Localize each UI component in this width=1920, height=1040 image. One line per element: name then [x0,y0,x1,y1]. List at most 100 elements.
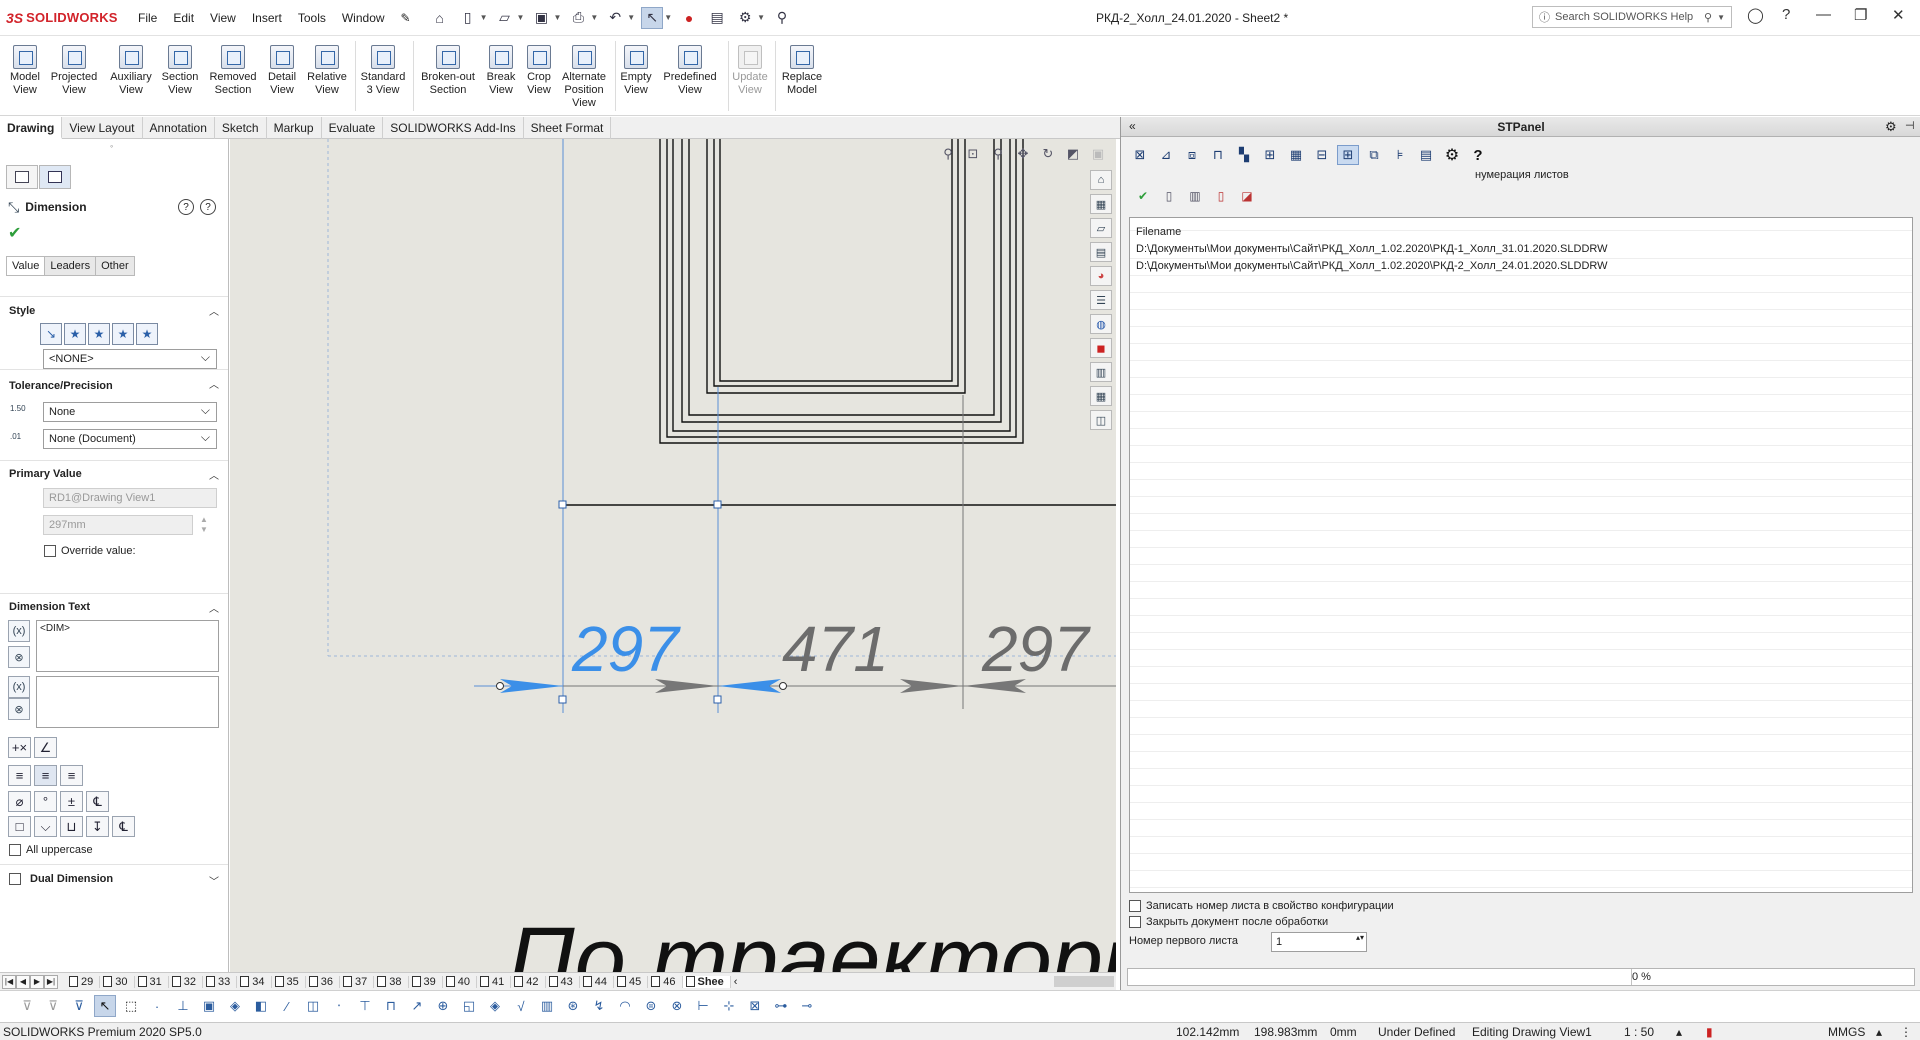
file-properties-icon[interactable]: ▤ [706,7,728,29]
menu-edit[interactable]: Edit [165,11,202,25]
gear-icon[interactable]: ⚙ [1441,145,1463,165]
auxiliary-view-button[interactable]: Auxiliary View [104,45,158,97]
primary-value-field[interactable]: 297mm [43,515,193,535]
undo-icon[interactable]: ↶ [604,7,626,29]
next-sheet-icon[interactable]: ▶ [30,974,44,989]
filter-magnet-icon[interactable]: ⊸ [796,995,818,1017]
filter-toggle-icon[interactable]: ⊽ [16,995,38,1017]
solidworks-logo[interactable]: 3S SOLIDWORKS [0,10,130,26]
menu-file[interactable]: File [130,11,165,25]
filter-notes-icon[interactable]: ⊕ [432,995,454,1017]
restore-icon[interactable]: ❐ [1854,6,1867,24]
chevron-down-icon[interactable]: ▼ [590,13,598,22]
menu-window[interactable]: Window [334,11,393,25]
filter-dowel-icon[interactable]: ⊶ [770,995,792,1017]
sheet-tab[interactable]: 41 [477,975,512,988]
apply-style-icon[interactable]: ↘ [40,323,62,345]
panel-grip-icon[interactable]: ◦ [110,141,113,151]
rebuild-traffic-light-icon[interactable]: ● [678,7,700,29]
drawing-view[interactable]: 297 471 297 По траектори [230,139,1116,972]
filter-planes-icon[interactable]: ◫ [302,995,324,1017]
filter-annotations-icon[interactable]: ↗ [406,995,428,1017]
filter-solids-icon[interactable]: ◧ [250,995,272,1017]
align-left-icon[interactable]: ≡ [8,765,31,786]
sheet-tab[interactable]: 31 [135,975,169,988]
filter-vertices-icon[interactable]: · [146,995,168,1017]
plus-minus-symbol-icon[interactable]: ± [60,791,83,812]
run-checkmark-icon[interactable]: ✔ [1133,186,1153,206]
tool-table-icon[interactable]: ▦ [1285,145,1307,165]
file-row[interactable]: D:\Документы\Мои документы\Сайт\РКД_Холл… [1136,243,1608,255]
close-document-checkbox[interactable]: Закрыть документ после обработки [1129,916,1328,928]
filter-centerlines-icon[interactable]: ⊠ [744,995,766,1017]
previous-view-icon[interactable]: ⚲ [988,145,1008,163]
tab-sheet-format[interactable]: Sheet Format [524,117,612,139]
override-value-checkbox[interactable]: Override value: [44,545,136,557]
filter-cosmetic-threads-icon[interactable]: ⊗ [666,995,688,1017]
tolerance-select[interactable]: None [43,402,217,422]
first-sheet-number-input[interactable]: 1 [1271,932,1367,952]
add-style-icon[interactable]: ★ [64,323,86,345]
minimize-icon[interactable]: — [1816,6,1831,23]
scale-readout[interactable]: 1 : 50 [1624,1025,1654,1039]
model-view-button[interactable]: Model View [4,45,46,97]
sheet-tab[interactable]: 36 [306,975,340,988]
align-right-icon[interactable]: ≡ [60,765,83,786]
property-manager-tab[interactable] [39,165,71,189]
chevron-down-icon[interactable]: ▼ [480,13,488,22]
tool-view-icon[interactable]: ⊟ [1311,145,1333,165]
filter-edges-icon[interactable]: ⊥ [172,995,194,1017]
empty-view-button[interactable]: Empty View [618,45,654,97]
select-arrow-icon[interactable]: ↖ [94,995,116,1017]
expand-up-icon[interactable]: ▴ [1676,1025,1682,1039]
filter-points-icon[interactable]: ⋅ [328,995,350,1017]
collapse-chevron-icon[interactable]: ︿ [209,467,219,482]
load-style-icon[interactable]: ★ [136,323,158,345]
tool-icon[interactable]: ▥ [1090,362,1112,382]
align-center-icon[interactable]: ≡ [34,765,57,786]
clear-list-icon[interactable]: ◪ [1237,186,1257,206]
filter-hole-callouts-icon[interactable]: ⊜ [640,995,662,1017]
standard-3-view-button[interactable]: Standard 3 View [358,45,408,97]
chevron-down-icon[interactable]: ▼ [1717,13,1725,22]
all-uppercase-checkbox[interactable]: All uppercase [9,844,93,856]
section-view-button[interactable]: Section View [158,45,202,97]
filter-sketch-points-icon[interactable]: ⊓ [380,995,402,1017]
dimension-text[interactable]: 297 [981,613,1091,685]
add-parenthesis-icon[interactable]: (x) [8,620,30,642]
primary-reference-field[interactable]: RD1@Drawing View1 [43,488,217,508]
write-sheet-number-checkbox[interactable]: Записать номер листа в свойство конфигур… [1129,900,1394,912]
prev-sheet-icon[interactable]: ◀ [16,974,30,989]
units-readout[interactable]: MMGS [1828,1025,1865,1039]
help-icon[interactable]: ? [200,199,216,215]
tool-draw-icon[interactable]: ⊿ [1155,145,1177,165]
what-is-wrong-icon[interactable]: ? [178,199,194,215]
sheet-tab[interactable]: 39 [409,975,443,988]
predefined-view-button[interactable]: Predefined View [656,45,724,97]
angle-dimension-icon[interactable]: ∠ [34,737,57,758]
countersink-symbol-icon[interactable]: ⌵ [34,816,57,837]
relative-view-button[interactable]: Relative View [304,45,350,97]
home-icon[interactable]: ⌂ [429,7,451,29]
filter-tables-icon[interactable]: ⊢ [692,995,714,1017]
precision-select[interactable]: None (Document) [43,429,217,449]
tool-replace-icon[interactable]: ⧉ [1363,145,1385,165]
pan-icon[interactable]: ✥ [1013,145,1033,163]
filter-gtol-icon[interactable]: √ [510,995,532,1017]
chevron-down-icon[interactable]: ▼ [517,13,525,22]
tab-value[interactable]: Value [6,256,46,276]
user-account-icon[interactable]: ◯ [1747,6,1764,24]
tab-view-layout[interactable]: View Layout [62,117,143,139]
menu-tools[interactable]: Tools [290,11,334,25]
select-arrow-icon[interactable]: ↖ [641,6,664,29]
update-view-button[interactable]: Update View [730,45,770,97]
sheet-tab[interactable]: 30 [100,975,135,988]
design-library-icon[interactable]: ▦ [1090,194,1112,214]
dimension-text-selected[interactable]: 297 [571,613,681,685]
depth-symbol-icon[interactable]: ↧ [86,816,109,837]
pin-icon[interactable]: ✎ [393,11,419,25]
filter-surface-finish-icon[interactable]: ▥ [536,995,558,1017]
tab-drawing[interactable]: Drawing [0,117,63,139]
tool-mirror-icon[interactable]: ⧈ [1181,145,1203,165]
sheet-tab[interactable]: 42 [511,975,546,988]
